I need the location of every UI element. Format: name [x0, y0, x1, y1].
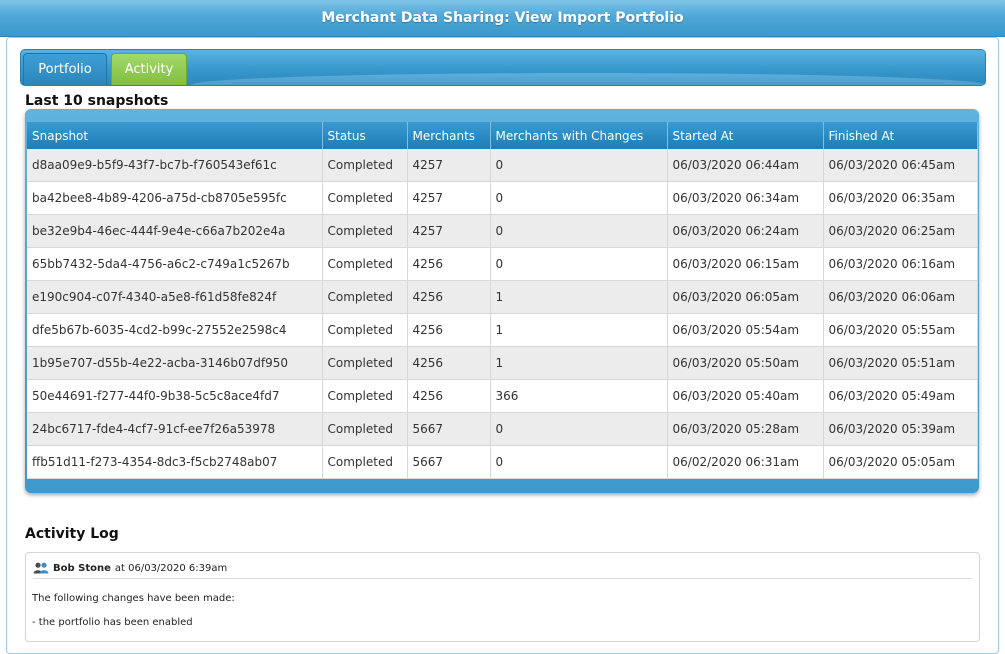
cell-finished-at: 06/03/2020 05:05am	[823, 445, 978, 479]
table-row[interactable]: d8aa09e9-b5f9-43f7-bc7b-f760543ef61c Com…	[27, 149, 978, 182]
cell-merchants-with-changes: 366	[490, 379, 668, 413]
log-entry-line: The following changes have been made:	[32, 593, 235, 604]
cell-finished-at: 06/03/2020 06:06am	[823, 280, 978, 314]
cell-merchants-with-changes: 0	[490, 247, 668, 281]
log-entry-user: Bob Stone	[53, 562, 111, 574]
table-row[interactable]: ba42bee8-4b89-4206-a75d-cb8705e595fc Com…	[27, 181, 978, 215]
table-row[interactable]: be32e9b4-46ec-444f-9e4e-c66a7b202e4a Com…	[27, 214, 978, 248]
cell-merchants: 5667	[407, 412, 491, 446]
log-entry-timestamp: at 06/03/2020 6:39am	[114, 562, 228, 574]
cell-snapshot-id: 1b95e707-d55b-4e22-acba-3146b07df950	[27, 346, 323, 380]
table-row[interactable]: dfe5b67b-6035-4cd2-b99c-27552e2598c4 Com…	[27, 313, 978, 347]
cell-started-at: 06/03/2020 06:34am	[667, 181, 824, 215]
cell-merchants-with-changes: 0	[490, 149, 668, 182]
cell-finished-at: 06/03/2020 06:25am	[823, 214, 978, 248]
table-row[interactable]: 1b95e707-d55b-4e22-acba-3146b07df950 Com…	[27, 346, 978, 380]
cell-merchants-with-changes: 1	[490, 280, 668, 314]
cell-snapshot-id: be32e9b4-46ec-444f-9e4e-c66a7b202e4a	[27, 214, 323, 248]
cell-started-at: 06/03/2020 06:05am	[667, 280, 824, 314]
snapshots-grid: Snapshot Status Merchants Merchants with…	[25, 109, 979, 493]
log-entry-header: Bob Stone at 06/03/2020 6:39am	[33, 558, 972, 579]
cell-status: Completed	[322, 346, 408, 380]
cell-started-at: 06/03/2020 06:24am	[667, 214, 824, 248]
cell-started-at: 06/03/2020 05:54am	[667, 313, 824, 347]
cell-status: Completed	[322, 412, 408, 446]
table-row[interactable]: 50e44691-f277-44f0-9b38-5c5c8ace4fd7 Com…	[27, 379, 978, 413]
page-title: Merchant Data Sharing: View Import Portf…	[321, 10, 684, 26]
column-header-snapshot[interactable]: Snapshot	[27, 122, 323, 149]
cell-merchants: 4257	[407, 149, 491, 182]
table-row[interactable]: e190c904-c07f-4340-a5e8-f61d58fe824f Com…	[27, 280, 978, 314]
cell-finished-at: 06/03/2020 05:55am	[823, 313, 978, 347]
cell-started-at: 06/03/2020 06:15am	[667, 247, 824, 281]
column-header-status[interactable]: Status	[322, 122, 408, 149]
cell-merchants: 4257	[407, 214, 491, 248]
cell-finished-at: 06/03/2020 05:49am	[823, 379, 978, 413]
cell-finished-at: 06/03/2020 06:45am	[823, 149, 978, 182]
table-row[interactable]: 65bb7432-5da4-4756-a6c2-c749a1c5267b Com…	[27, 247, 978, 281]
tab-activity[interactable]: Activity	[111, 53, 187, 85]
cell-snapshot-id: ffb51d11-f273-4354-8dc3-f5cb2748ab07	[27, 445, 323, 479]
window-title-bar: Merchant Data Sharing: View Import Portf…	[0, 0, 1005, 37]
cell-finished-at: 06/03/2020 06:16am	[823, 247, 978, 281]
column-header-merchants-with-changes[interactable]: Merchants with Changes	[490, 122, 668, 149]
cell-merchants: 4257	[407, 181, 491, 215]
column-header-started-at[interactable]: Started At	[667, 122, 824, 149]
cell-started-at: 06/02/2020 06:31am	[667, 445, 824, 479]
cell-merchants-with-changes: 0	[490, 445, 668, 479]
cell-merchants-with-changes: 1	[490, 313, 668, 347]
cell-snapshot-id: e190c904-c07f-4340-a5e8-f61d58fe824f	[27, 280, 323, 314]
table-row[interactable]: ffb51d11-f273-4354-8dc3-f5cb2748ab07 Com…	[27, 445, 978, 479]
tab-strip: Portfolio Activity	[20, 49, 986, 86]
cell-finished-at: 06/03/2020 05:39am	[823, 412, 978, 446]
cell-finished-at: 06/03/2020 06:35am	[823, 181, 978, 215]
cell-status: Completed	[322, 379, 408, 413]
column-header-merchants[interactable]: Merchants	[407, 122, 491, 149]
cell-snapshot-id: 50e44691-f277-44f0-9b38-5c5c8ace4fd7	[27, 379, 323, 413]
cell-status: Completed	[322, 445, 408, 479]
cell-status: Completed	[322, 247, 408, 281]
cell-status: Completed	[322, 181, 408, 215]
cell-started-at: 06/03/2020 06:44am	[667, 149, 824, 182]
table-header-row: Snapshot Status Merchants Merchants with…	[27, 122, 978, 149]
cell-status: Completed	[322, 280, 408, 314]
snapshots-heading: Last 10 snapshots	[25, 93, 169, 109]
table-row[interactable]: 24bc6717-fde4-4cf7-91cf-ee7f26a53978 Com…	[27, 412, 978, 446]
cell-snapshot-id: ba42bee8-4b89-4206-a75d-cb8705e595fc	[27, 181, 323, 215]
cell-merchants: 4256	[407, 280, 491, 314]
cell-status: Completed	[322, 149, 408, 182]
cell-merchants: 4256	[407, 379, 491, 413]
cell-finished-at: 06/03/2020 05:51am	[823, 346, 978, 380]
cell-status: Completed	[322, 313, 408, 347]
tab-portfolio[interactable]: Portfolio	[23, 53, 107, 85]
cell-started-at: 06/03/2020 05:28am	[667, 412, 824, 446]
cell-merchants: 5667	[407, 445, 491, 479]
activity-log-entry: Bob Stone at 06/03/2020 6:39am The follo…	[25, 552, 980, 642]
column-header-finished-at[interactable]: Finished At	[823, 122, 978, 149]
log-entry-line: - the portfolio has been enabled	[32, 617, 193, 628]
cell-snapshot-id: d8aa09e9-b5f9-43f7-bc7b-f760543ef61c	[27, 149, 323, 182]
users-icon	[33, 562, 49, 574]
cell-status: Completed	[322, 214, 408, 248]
cell-snapshot-id: 24bc6717-fde4-4cf7-91cf-ee7f26a53978	[27, 412, 323, 446]
cell-merchants-with-changes: 1	[490, 346, 668, 380]
cell-started-at: 06/03/2020 05:40am	[667, 379, 824, 413]
tab-strip-wave-decoration	[191, 73, 985, 85]
cell-snapshot-id: 65bb7432-5da4-4756-a6c2-c749a1c5267b	[27, 247, 323, 281]
cell-merchants-with-changes: 0	[490, 412, 668, 446]
snapshots-table: Snapshot Status Merchants Merchants with…	[27, 122, 978, 479]
cell-merchants-with-changes: 0	[490, 181, 668, 215]
cell-merchants: 4256	[407, 247, 491, 281]
cell-started-at: 06/03/2020 05:50am	[667, 346, 824, 380]
cell-merchants: 4256	[407, 313, 491, 347]
cell-merchants: 4256	[407, 346, 491, 380]
activity-log-heading: Activity Log	[25, 526, 119, 542]
cell-merchants-with-changes: 0	[490, 214, 668, 248]
cell-snapshot-id: dfe5b67b-6035-4cd2-b99c-27552e2598c4	[27, 313, 323, 347]
